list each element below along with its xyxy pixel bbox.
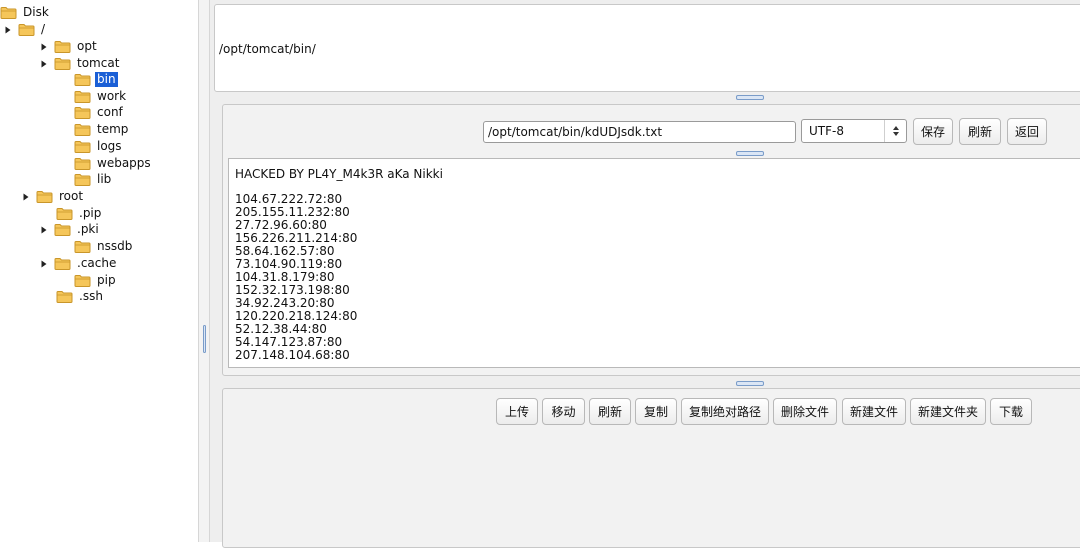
copy-button[interactable]: 复制: [635, 398, 677, 425]
tree-node-label: webapps: [97, 156, 151, 170]
file-path-input[interactable]: [483, 121, 796, 143]
tree-node-label: root: [59, 189, 84, 203]
folder-icon: [54, 57, 71, 70]
download-button[interactable]: 下载: [990, 398, 1032, 425]
folder-icon: [54, 223, 71, 236]
back-button[interactable]: 返回: [1007, 118, 1047, 145]
tree-node-label: opt: [77, 39, 97, 53]
tree-node-label: logs: [97, 139, 122, 153]
tree-node-label: conf: [97, 105, 123, 119]
tree-node-temp[interactable]: temp: [74, 121, 130, 138]
folder-icon: [74, 274, 91, 287]
tree-node-label: temp: [97, 122, 129, 136]
tree-node-ssh[interactable]: .ssh: [56, 288, 105, 305]
directory-tree: Disk / opt tomcat bin work conf temp logs webapps…: [0, 0, 198, 542]
tree-node-webapps[interactable]: webapps: [74, 155, 153, 172]
content-line: 207.148.104.68:80: [235, 348, 350, 362]
folder-icon: [74, 157, 91, 170]
editor-splitter-grip-icon[interactable]: [736, 151, 764, 156]
disclosure-triangle-icon[interactable]: [40, 225, 48, 235]
folder-icon: [18, 23, 35, 36]
tree-node-label: nssdb: [97, 239, 133, 253]
refresh-button[interactable]: 刷新: [589, 398, 631, 425]
folder-icon: [56, 207, 73, 220]
folder-icon: [74, 90, 91, 103]
folder-icon: [74, 140, 91, 153]
tree-splitter[interactable]: [198, 0, 210, 542]
tree-node-label: .cache: [77, 256, 117, 270]
disclosure-triangle-icon[interactable]: [40, 259, 48, 269]
folder-icon: [74, 173, 91, 186]
tree-node-label: Disk: [23, 5, 49, 19]
content-lines: 104.67.222.72:80 205.155.11.232:80 27.72.9…: [235, 193, 357, 362]
upload-button[interactable]: 上传: [496, 398, 538, 425]
delete-file-button[interactable]: 删除文件: [773, 398, 837, 425]
horizontal-splitter-grip-icon[interactable]: [736, 95, 764, 100]
tree-node-nssdb[interactable]: nssdb: [74, 238, 134, 255]
move-button[interactable]: 移动: [542, 398, 585, 425]
tree-node-opt[interactable]: opt: [40, 38, 99, 55]
tree-node-label: pip: [97, 273, 116, 287]
file-content-textarea[interactable]: HACKED BY PL4Y_M4k3R aKa Nikki 104.67.22…: [228, 158, 1080, 368]
new-folder-button[interactable]: 新建文件夹: [910, 398, 986, 425]
folder-icon: [54, 40, 71, 53]
folder-icon: [54, 257, 71, 270]
tree-node-work[interactable]: work: [74, 88, 128, 105]
tree-node-label: /: [41, 22, 46, 36]
tree-node-conf[interactable]: conf: [74, 104, 125, 121]
copy-absolute-path-button[interactable]: 复制绝对路径: [681, 398, 769, 425]
refresh-file-button[interactable]: 刷新: [959, 118, 1001, 145]
tree-node-[interactable]: /: [4, 21, 47, 38]
splitter-grip-icon[interactable]: [203, 325, 206, 353]
disclosure-triangle-icon[interactable]: [22, 192, 30, 202]
tree-node-label: tomcat: [77, 56, 120, 70]
tree-node-pki[interactable]: .pki: [40, 221, 101, 238]
select-stepper-icon: [884, 120, 906, 142]
disclosure-triangle-icon[interactable]: [40, 42, 48, 52]
encoding-select[interactable]: UTF-8: [801, 119, 907, 143]
folder-icon: [74, 123, 91, 136]
tree-node-label: bin: [95, 72, 118, 87]
tree-node-Disk[interactable]: Disk: [0, 4, 51, 21]
tree-node-cache[interactable]: .cache: [40, 255, 118, 272]
disclosure-triangle-icon[interactable]: [4, 25, 12, 35]
new-file-button[interactable]: 新建文件: [842, 398, 906, 425]
folder-icon: [74, 73, 91, 86]
current-path-pane: /opt/tomcat/bin/: [214, 4, 1080, 92]
tree-node-pip[interactable]: .pip: [56, 205, 103, 222]
tree-node-label: lib: [97, 172, 112, 186]
tree-node-label: work: [97, 89, 127, 103]
save-button[interactable]: 保存: [913, 118, 953, 145]
content-header-line: HACKED BY PL4Y_M4k3R aKa Nikki: [235, 167, 443, 181]
tree-node-tomcat[interactable]: tomcat: [40, 55, 121, 72]
tree-node-label: .ssh: [79, 289, 103, 303]
tree-node-root[interactable]: root: [22, 188, 85, 205]
tree-node-pip[interactable]: pip: [74, 272, 118, 289]
encoding-value: UTF-8: [809, 124, 844, 138]
tree-node-lib[interactable]: lib: [74, 171, 113, 188]
folder-icon: [0, 6, 17, 19]
tree-node-logs[interactable]: logs: [74, 138, 124, 155]
tree-node-label: .pki: [77, 222, 99, 236]
current-path-text: /opt/tomcat/bin/: [219, 42, 316, 56]
disclosure-triangle-icon[interactable]: [40, 59, 48, 69]
folder-icon: [74, 106, 91, 119]
lower-splitter-grip-icon[interactable]: [736, 381, 764, 386]
tree-node-label: .pip: [79, 206, 102, 220]
folder-icon: [74, 240, 91, 253]
folder-icon: [56, 290, 73, 303]
folder-icon: [36, 190, 53, 203]
tree-node-bin[interactable]: bin: [74, 71, 118, 88]
